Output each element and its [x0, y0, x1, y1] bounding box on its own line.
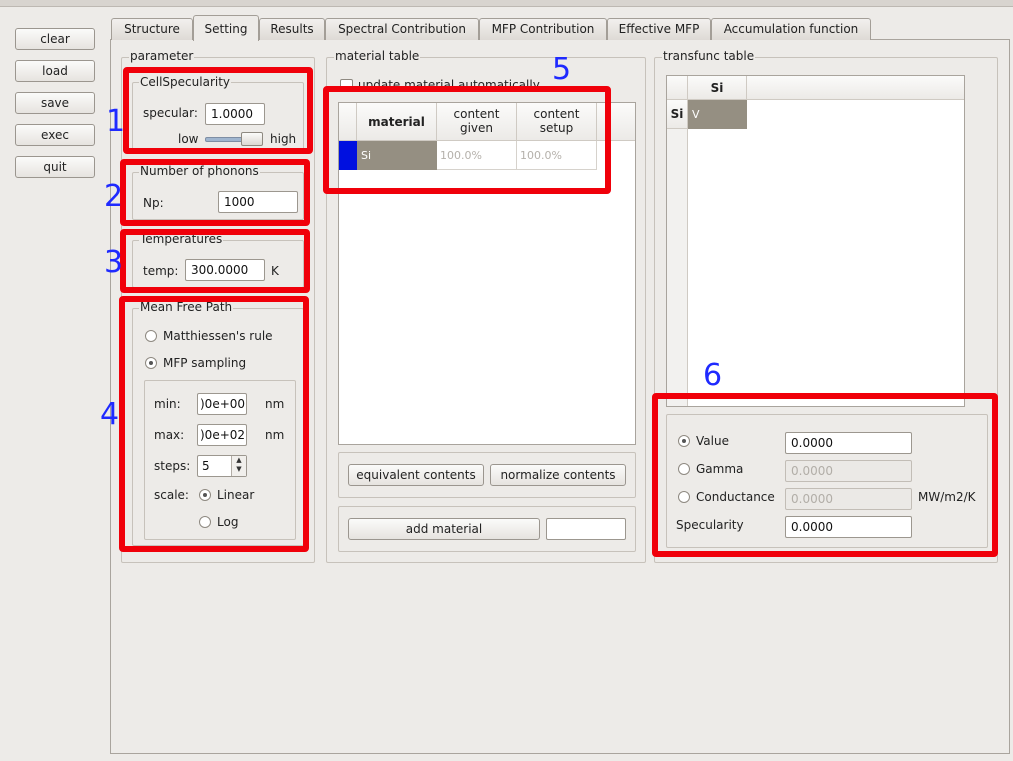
load-button[interactable]: load	[15, 60, 95, 82]
tab-spectral-contribution[interactable]: Spectral Contribution	[325, 18, 479, 40]
annotation-number-4: 4	[100, 397, 120, 432]
add-material-input[interactable]	[546, 518, 626, 540]
transfunc-cell[interactable]: V	[688, 100, 747, 129]
equivalent-contents-button[interactable]: equivalent contents	[348, 464, 484, 486]
exec-button[interactable]: exec	[15, 124, 95, 146]
save-button[interactable]: save	[15, 92, 95, 114]
tab-structure[interactable]: Structure	[111, 18, 193, 40]
annotation-box-3	[120, 229, 310, 293]
clear-button[interactable]: clear	[15, 28, 95, 50]
transfunc-table-corner	[667, 76, 688, 100]
tab-setting[interactable]: Setting	[193, 15, 259, 41]
annotation-box-6	[652, 393, 998, 557]
annotation-box-1	[123, 67, 313, 154]
tab-accumulation-function[interactable]: Accumulation function	[711, 18, 871, 40]
annotation-box-5	[323, 86, 611, 194]
annotation-number-5: 5	[552, 52, 572, 87]
tab-mfp-contribution[interactable]: MFP Contribution	[479, 18, 607, 40]
transfunc-column-header[interactable]: Si	[688, 76, 747, 100]
normalize-contents-button[interactable]: normalize contents	[490, 464, 626, 486]
window-titlebar	[0, 0, 1013, 7]
annotation-number-3: 3	[104, 245, 124, 280]
quit-button[interactable]: quit	[15, 156, 95, 178]
tab-effective-mfp[interactable]: Effective MFP	[607, 18, 711, 40]
annotation-box-4	[119, 296, 309, 552]
annotation-number-2: 2	[104, 179, 124, 214]
annotation-number-1: 1	[106, 104, 126, 139]
add-material-button[interactable]: add material	[348, 518, 540, 540]
material-table-title: material table	[334, 49, 421, 63]
transfunc-row-header[interactable]: Si	[667, 100, 688, 129]
transfunc-header-filler	[747, 76, 964, 100]
parameter-title: parameter	[129, 49, 195, 63]
annotation-box-2	[120, 159, 310, 226]
transfunc-row-header-filler	[667, 129, 688, 406]
tab-results[interactable]: Results	[259, 18, 325, 40]
annotation-number-6: 6	[703, 358, 723, 393]
transfunc-table-title: transfunc table	[662, 49, 756, 63]
